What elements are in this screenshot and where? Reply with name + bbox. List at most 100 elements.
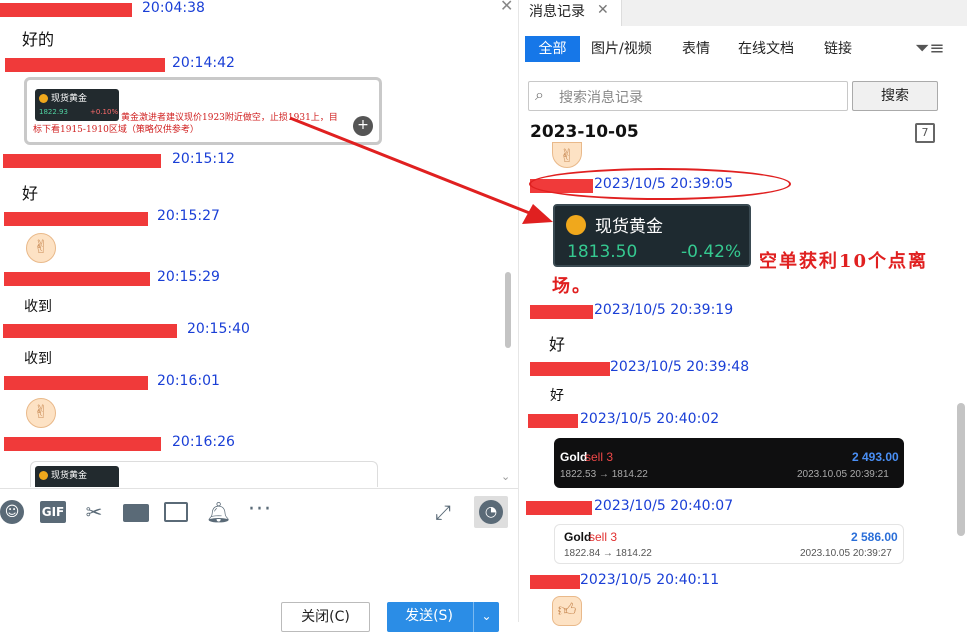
caption-line-2: 标下看1915-1910区域（策略仅供参考） bbox=[33, 125, 199, 135]
input-toolbar: ☺ GIF ✂ 🔔︎ ··· ⤢ ◔ bbox=[0, 496, 518, 528]
redacted-sender bbox=[4, 212, 148, 226]
chat-panel: ✕ 20:04:38 好的 20:14:42 现货黄金 1822.93 +0.1… bbox=[0, 0, 518, 632]
message-text: 收到 bbox=[24, 299, 52, 315]
redacted-sender bbox=[5, 58, 165, 72]
message-time: 20:15:29 bbox=[157, 269, 220, 285]
redacted-sender bbox=[530, 305, 593, 319]
card-title: 现货黄金 bbox=[595, 217, 663, 237]
trade-date: 2023.10.05 20:39:27 bbox=[800, 548, 892, 559]
message-time: 2023/10/5 20:39:19 bbox=[594, 302, 734, 318]
search-icon: ⌕ bbox=[535, 85, 544, 104]
trade-symbol: Gold bbox=[564, 530, 592, 544]
message-time: 20:15:12 bbox=[172, 151, 235, 167]
card-title: 现货黄金 bbox=[51, 94, 88, 104]
message-time: 2023/10/5 20:40:02 bbox=[580, 411, 720, 427]
expand-icon[interactable]: ⤢ bbox=[430, 500, 456, 524]
ok-hand-emoji-icon: ✌ bbox=[552, 142, 582, 168]
message-time: 20:15:27 bbox=[157, 208, 220, 224]
redacted-sender bbox=[530, 362, 610, 376]
gold-icon bbox=[566, 215, 586, 235]
annotation-line-2: 场。 bbox=[552, 276, 592, 297]
trade-side: sell 3 bbox=[589, 530, 618, 544]
folder-icon[interactable] bbox=[123, 504, 149, 522]
redacted-sender bbox=[0, 3, 132, 17]
filter-stickers[interactable]: 表情 bbox=[682, 36, 710, 62]
message-time: 2023/10/5 20:39:48 bbox=[610, 359, 750, 375]
redacted-sender bbox=[4, 437, 161, 451]
tab-title: 消息记录 bbox=[529, 4, 585, 20]
annotation-line-1: 空单获利10个点离 bbox=[759, 251, 929, 272]
message-time: 2023/10/5 20:40:11 bbox=[580, 572, 720, 588]
search-input[interactable]: 搜索消息记录 bbox=[559, 87, 643, 107]
filter-online-docs[interactable]: 在线文档 bbox=[738, 36, 794, 62]
tab-close-icon[interactable]: ✕ bbox=[597, 2, 609, 18]
message-text: 好的 bbox=[22, 30, 55, 49]
gold-price-card[interactable]: 现货黄金 1813.50 -0.42% bbox=[553, 204, 751, 267]
send-options-icon[interactable]: ⌄ bbox=[473, 602, 499, 632]
ok-hand-emoji-icon: ✌ bbox=[26, 233, 56, 263]
trade-prices: 1822.53 → 1814.22 bbox=[560, 469, 648, 480]
message-text: 好 bbox=[22, 184, 39, 203]
search-box[interactable]: ⌕ 搜索消息记录 bbox=[528, 81, 848, 111]
quoted-card-message[interactable]: 现货黄金 1822.93 +0.10% 黄金激进者建议现价1923附近做空，止损… bbox=[24, 77, 382, 145]
message-text: 好 bbox=[550, 388, 564, 404]
trade-symbol: Gold bbox=[560, 450, 588, 464]
trade-side: sell 3 bbox=[585, 450, 614, 464]
redacted-sender bbox=[526, 501, 592, 515]
card-price: 1813.50 bbox=[567, 242, 638, 262]
gold-icon bbox=[39, 94, 48, 103]
history-icon: ◔ bbox=[479, 500, 503, 524]
filter-images-videos[interactable]: 图片/视频 bbox=[591, 36, 652, 62]
chat-scrollbar[interactable] bbox=[505, 272, 511, 348]
trade-amount: 2 493.00 bbox=[852, 450, 899, 464]
calendar-icon[interactable]: 7 bbox=[915, 123, 935, 143]
collapse-icon[interactable]: ✕ bbox=[500, 0, 513, 15]
history-scrollbar[interactable] bbox=[957, 403, 965, 536]
message-time: 20:16:01 bbox=[157, 373, 220, 389]
scissors-icon[interactable]: ✂ bbox=[82, 500, 106, 524]
message-time: 20:15:40 bbox=[187, 321, 250, 337]
more-icon[interactable]: ··· bbox=[244, 498, 276, 522]
search-button[interactable]: 搜索 bbox=[852, 81, 938, 111]
trade-card-light[interactable]: Gold sell 3 2 586.00 1822.84 → 1814.22 2… bbox=[554, 524, 904, 564]
card-change: -0.42% bbox=[681, 242, 742, 262]
gold-price-card[interactable]: 现货黄金 bbox=[35, 466, 119, 487]
emoji-icon[interactable]: ☺ bbox=[0, 500, 24, 524]
card-caption: 黄金激进者建议现价1923附近做空，止损1931上，目 标下看1915-1910… bbox=[33, 113, 338, 136]
redacted-sender bbox=[3, 324, 177, 338]
history-panel: 消息记录 ✕ 全部 图片/视频 表情 在线文档 链接 ⏷≡ ⌕ 搜索消息记录 搜… bbox=[519, 0, 967, 626]
send-button[interactable]: 发送(S) bbox=[387, 602, 471, 632]
history-button[interactable]: ◔ bbox=[474, 496, 508, 528]
date-header: 2023-10-05 bbox=[530, 122, 639, 142]
card-title: 现货黄金 bbox=[51, 471, 88, 481]
message-text: 好 bbox=[549, 335, 566, 354]
redacted-sender bbox=[4, 376, 148, 390]
message-time: 20:14:42 bbox=[172, 55, 235, 71]
trade-amount: 2 586.00 bbox=[851, 530, 898, 544]
close-button[interactable]: 关闭(C) bbox=[281, 602, 370, 632]
message-text: 收到 bbox=[24, 351, 52, 367]
trade-card-dark[interactable]: Gold sell 3 2 493.00 1822.53 → 1814.22 2… bbox=[554, 438, 904, 488]
redacted-sender bbox=[4, 272, 150, 286]
filter-links[interactable]: 链接 bbox=[824, 36, 852, 62]
history-tab[interactable]: 消息记录 ✕ bbox=[519, 0, 622, 26]
send-button-group: 发送(S) ⌄ bbox=[387, 602, 499, 632]
trade-date: 2023.10.05 20:39:21 bbox=[797, 469, 889, 480]
image-icon[interactable] bbox=[164, 502, 188, 522]
message-time: 20:16:26 bbox=[172, 434, 235, 450]
quoted-card-message[interactable]: 现货黄金 bbox=[30, 461, 378, 487]
gold-icon bbox=[39, 471, 48, 480]
gif-icon[interactable]: GIF bbox=[40, 501, 66, 523]
message-time: 20:04:38 bbox=[142, 0, 205, 16]
bell-icon[interactable]: 🔔︎ bbox=[206, 500, 231, 524]
message-time: 2023/10/5 20:40:07 bbox=[594, 498, 734, 514]
filter-settings-icon[interactable]: ⏷≡ bbox=[915, 38, 944, 59]
zoom-icon[interactable]: + bbox=[353, 116, 373, 136]
filter-all[interactable]: 全部 bbox=[525, 36, 580, 62]
scroll-down-icon[interactable]: ⌄ bbox=[501, 470, 510, 483]
input-divider bbox=[0, 488, 518, 489]
highlight-ellipse bbox=[529, 168, 791, 200]
caption-line-1: 黄金激进者建议现价1923附近做空，止损1931上，目 bbox=[121, 113, 338, 123]
redacted-sender bbox=[528, 414, 578, 428]
redacted-sender bbox=[3, 154, 161, 168]
